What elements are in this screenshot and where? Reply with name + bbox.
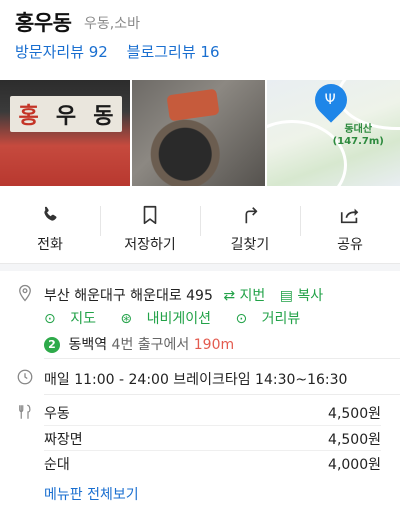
- menu-item: 우동 4,500원: [44, 403, 381, 423]
- map-place-name: 동대산: [344, 124, 373, 135]
- utensils-icon: [19, 404, 31, 419]
- store-sign: 홍 우 동: [10, 96, 122, 132]
- dish-shape: [166, 88, 220, 122]
- directions-icon: [245, 207, 258, 224]
- share-label: 공유: [337, 237, 363, 253]
- share-icon: [340, 208, 359, 224]
- place-header: 홍우동 우동,소바 방문자리뷰 92 블로그리뷰 16: [0, 0, 400, 72]
- section-separator: [44, 358, 400, 359]
- street-view-icon: ⊙: [235, 311, 248, 327]
- menu-separator: [44, 425, 381, 426]
- menu-separator: [44, 450, 381, 451]
- visitor-reviews-link[interactable]: 방문자리뷰 92: [15, 43, 108, 61]
- address-links: ⊙ 지도 ⊛ 내비게이션 ⊙ 거리뷰: [44, 308, 320, 328]
- blog-reviews-link[interactable]: 블로그리뷰 16: [127, 43, 220, 61]
- location-icon: [19, 284, 31, 302]
- address-line: 부산 해운대구 해운대로 495 ⇄ 지번 ▤ 복사: [44, 285, 323, 305]
- place-title: 홍우동: [15, 11, 72, 35]
- sign-char-1: 홍: [18, 104, 39, 129]
- menu-item-price: 4,500원: [328, 406, 381, 422]
- section-divider: [0, 263, 400, 271]
- menu-item-name: 짜장면: [44, 432, 83, 448]
- jibun-toggle[interactable]: ⇄ 지번: [223, 288, 265, 304]
- map-thumbnail[interactable]: Ψ 동대산 (147.7m): [266, 80, 400, 186]
- map-link-label: 지도: [70, 311, 96, 327]
- map-link[interactable]: ⊙ 지도: [44, 311, 106, 327]
- sign-char-2: 우: [55, 104, 77, 129]
- subway-distance: 190m: [193, 337, 235, 353]
- menu-item-name: 우동: [44, 406, 70, 422]
- copy-address-button[interactable]: ▤ 복사: [280, 288, 323, 304]
- map-link-icon: ⊙: [44, 311, 56, 327]
- sign-char-3: 동: [93, 104, 114, 129]
- subway-station: 동백역: [68, 337, 108, 353]
- share-button[interactable]: 공유: [300, 190, 400, 260]
- map-place-label: 동대산 (147.7m): [333, 124, 384, 148]
- directions-label: 길찾기: [230, 237, 270, 253]
- menu-item-name: 순대: [44, 457, 70, 473]
- menu-item: 순대 4,000원: [44, 454, 381, 474]
- street-view-label: 거리뷰: [261, 311, 301, 327]
- subway-info: 2 동백역 4번 출구에서 190m: [44, 334, 234, 354]
- food-photo[interactable]: [132, 80, 265, 186]
- bookmark-icon: [143, 205, 157, 225]
- storefront-photo[interactable]: 홍 우 동: [0, 80, 131, 186]
- place-category: 우동,소바: [84, 16, 140, 32]
- clock-icon: [17, 369, 33, 385]
- address-text: 부산 해운대구 해운대로 495: [44, 288, 213, 304]
- menu-item-price: 4,000원: [328, 457, 381, 473]
- restaurant-icon: Ψ: [324, 92, 336, 108]
- navigation-label: 내비게이션: [146, 311, 211, 327]
- action-bar: 전화 저장하기 길찾기 공유: [0, 190, 400, 260]
- section-separator: [44, 394, 400, 395]
- review-links: 방문자리뷰 92 블로그리뷰 16: [15, 41, 234, 62]
- full-menu-link[interactable]: 메뉴판 전체보기: [44, 484, 139, 504]
- navigation-link[interactable]: ⊛ 내비게이션: [120, 311, 221, 327]
- phone-icon: [44, 206, 57, 221]
- navigation-icon: ⊛: [120, 311, 133, 327]
- call-label: 전화: [37, 237, 63, 253]
- save-button[interactable]: 저장하기: [100, 190, 200, 260]
- photo-strip: 홍 우 동 Ψ 동대산 (147.7m): [0, 80, 400, 186]
- subway-line-badge: 2: [44, 337, 60, 353]
- call-button[interactable]: 전화: [0, 190, 100, 260]
- save-label: 저장하기: [124, 237, 176, 253]
- business-hours[interactable]: 매일 11:00 - 24:00 브레이크타임 14:30~16:30: [44, 369, 347, 389]
- street-view-link[interactable]: ⊙ 거리뷰: [235, 311, 310, 327]
- menu-item: 짜장면 4,500원: [44, 429, 381, 449]
- copy-icon: ▤: [279, 288, 293, 304]
- map-place-distance: (147.7m): [332, 136, 384, 147]
- menu-item-price: 4,500원: [328, 432, 381, 448]
- subway-exit: 4번 출구에서: [111, 337, 190, 353]
- copy-label: 복사: [297, 288, 324, 304]
- directions-button[interactable]: 길찾기: [200, 190, 300, 260]
